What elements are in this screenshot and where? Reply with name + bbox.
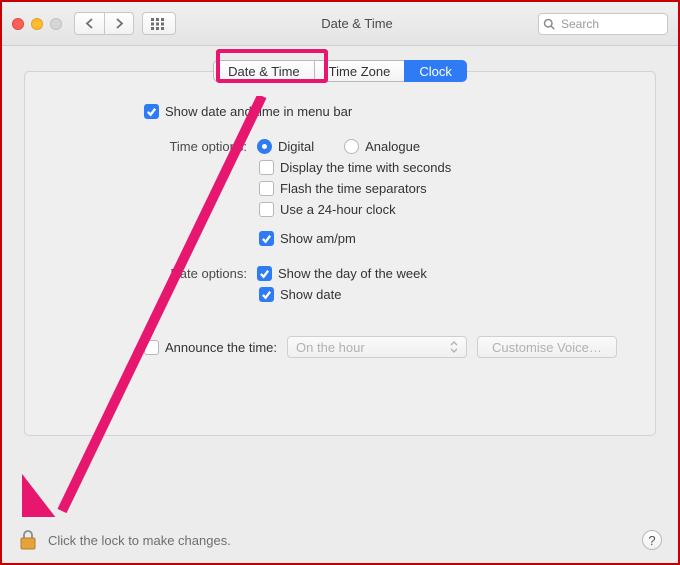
label: Analogue bbox=[365, 139, 420, 154]
chevron-right-icon bbox=[115, 18, 124, 29]
label: Flash the time separators bbox=[280, 181, 427, 196]
button-label: Customise Voice… bbox=[492, 340, 602, 355]
chevron-left-icon bbox=[85, 18, 94, 29]
checkbox-show-in-menu-bar[interactable] bbox=[144, 104, 159, 119]
tab-date-and-time[interactable]: Date & Time bbox=[213, 60, 315, 82]
search-icon bbox=[543, 18, 555, 30]
label: Use a 24-hour clock bbox=[280, 202, 396, 217]
search-field-wrap bbox=[538, 13, 668, 35]
checkbox-show-ampm[interactable] bbox=[259, 231, 274, 246]
close-window-button[interactable] bbox=[12, 18, 24, 30]
row-24-hour: Use a 24-hour clock bbox=[259, 202, 631, 217]
back-button[interactable] bbox=[74, 12, 104, 35]
check-icon bbox=[261, 289, 272, 300]
checkbox-show-day-of-week[interactable] bbox=[257, 266, 272, 281]
tab-clock[interactable]: Clock bbox=[404, 60, 467, 82]
row-show-in-menu-bar: Show date and time in menu bar bbox=[144, 104, 631, 119]
label: Show the day of the week bbox=[278, 266, 427, 281]
row-show-ampm: Show am/pm bbox=[259, 231, 631, 246]
window-footer: Click the lock to make changes. ? bbox=[2, 517, 678, 563]
radio-analogue[interactable] bbox=[344, 139, 359, 154]
forward-button[interactable] bbox=[104, 12, 134, 35]
tab-label: Time Zone bbox=[329, 64, 391, 79]
row-flash-separators: Flash the time separators bbox=[259, 181, 631, 196]
label: Show date bbox=[280, 287, 341, 302]
checkbox-show-date[interactable] bbox=[259, 287, 274, 302]
panel-body: Date & Time Time Zone Clock Show date an… bbox=[2, 46, 678, 517]
label: Announce the time: bbox=[165, 340, 277, 355]
lock-hint-text: Click the lock to make changes. bbox=[48, 533, 231, 548]
time-options-label: Time options: bbox=[144, 139, 257, 154]
tab-strip: Date & Time Time Zone Clock bbox=[24, 60, 656, 82]
tab-time-zone[interactable]: Time Zone bbox=[314, 60, 406, 82]
search-input[interactable] bbox=[538, 13, 668, 35]
history-nav bbox=[74, 12, 134, 35]
date-options-label: Date options: bbox=[144, 266, 257, 281]
row-show-date: Show date bbox=[259, 287, 631, 302]
checkbox-display-seconds[interactable] bbox=[259, 160, 274, 175]
label: Show am/pm bbox=[280, 231, 356, 246]
stepper-icon bbox=[450, 341, 458, 353]
customise-voice-button[interactable]: Customise Voice… bbox=[477, 336, 617, 358]
checkbox-flash-separators[interactable] bbox=[259, 181, 274, 196]
help-label: ? bbox=[648, 533, 655, 548]
label: Display the time with seconds bbox=[280, 160, 451, 175]
zoom-window-button[interactable] bbox=[50, 18, 62, 30]
row-announce-time: Announce the time: On the hour Customise… bbox=[144, 336, 631, 358]
check-icon bbox=[261, 233, 272, 244]
show-all-button[interactable] bbox=[142, 12, 176, 35]
window-toolbar: Date & Time bbox=[2, 2, 678, 46]
tab-label: Date & Time bbox=[228, 64, 300, 79]
tab-label: Clock bbox=[419, 64, 452, 79]
grid-icon bbox=[151, 18, 167, 30]
announce-interval-select[interactable]: On the hour bbox=[287, 336, 467, 358]
preferences-window: Date & Time Date & Time Time Zone Clock … bbox=[0, 0, 680, 565]
clock-settings-panel: Show date and time in menu bar Time opti… bbox=[24, 71, 656, 436]
select-value: On the hour bbox=[296, 340, 365, 355]
traffic-lights bbox=[12, 18, 62, 30]
checkbox-announce-time[interactable] bbox=[144, 340, 159, 355]
label: Show date and time in menu bar bbox=[165, 104, 352, 119]
radio-digital[interactable] bbox=[257, 139, 272, 154]
window-title: Date & Time bbox=[184, 16, 530, 31]
check-icon bbox=[146, 106, 157, 117]
row-date-options: Date options: Show the day of the week bbox=[144, 266, 631, 281]
checkbox-24-hour[interactable] bbox=[259, 202, 274, 217]
lock-icon[interactable] bbox=[18, 529, 38, 551]
help-button[interactable]: ? bbox=[642, 530, 662, 550]
check-icon bbox=[259, 268, 270, 279]
row-display-seconds: Display the time with seconds bbox=[259, 160, 631, 175]
label: Digital bbox=[278, 139, 314, 154]
row-time-options: Time options: Digital Analogue bbox=[144, 139, 631, 154]
minimize-window-button[interactable] bbox=[31, 18, 43, 30]
